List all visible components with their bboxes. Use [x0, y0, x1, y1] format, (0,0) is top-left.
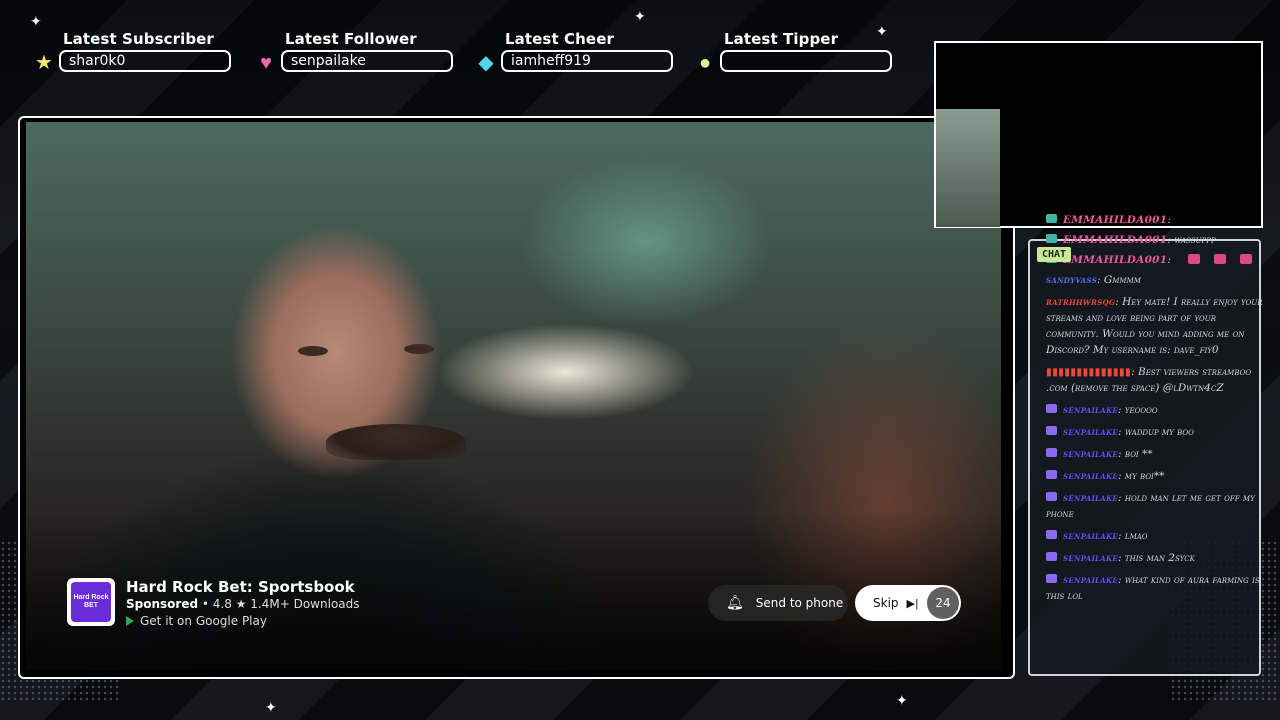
- ad-store-link[interactable]: Get it on Google Play: [126, 614, 267, 628]
- chat-text: boi **: [1124, 448, 1153, 460]
- chat-username: ratrhhwrsqg: [1046, 296, 1116, 308]
- chat-username: senpailake: [1063, 448, 1119, 460]
- chat-message: ▮▮▮▮▮▮▮▮▮▮▮▮▮▮: Best viewers streamboo .…: [1046, 366, 1252, 394]
- separator: •: [201, 597, 213, 611]
- chat-message: senpailake: waddup my boo: [1046, 424, 1280, 440]
- webcam-video: [936, 109, 1000, 227]
- sparkle-icon: ✦: [896, 692, 908, 708]
- stat-label: Latest Cheer: [505, 30, 614, 48]
- chat-message: senpailake: what kind of aura farming is…: [1046, 574, 1260, 602]
- webcam-frame: [934, 41, 1263, 228]
- badge-icon: [1046, 426, 1057, 435]
- badge-icon: [1046, 234, 1057, 243]
- skip-label: Skip: [873, 596, 899, 610]
- chat-text: wassuppp: [1174, 234, 1216, 246]
- chat-message: EMMAHILDA001: wassuppp: [1046, 232, 1280, 248]
- ad-rating: 4.8: [212, 597, 232, 611]
- video-player[interactable]: Hard Rock BET Hard Rock Bet: Sportsbook …: [18, 116, 1015, 679]
- chat-username: senpailake: [1063, 492, 1119, 504]
- stat-value: senpailake: [281, 50, 453, 72]
- eye: [298, 346, 328, 356]
- badge-icon: [1046, 448, 1057, 457]
- star-icon: ★: [235, 597, 251, 611]
- skip-ad-button[interactable]: Skip ▶| 24: [855, 585, 961, 621]
- chat-message: senpailake: hold man let me get off my p…: [1046, 492, 1255, 520]
- chat-username: EMMAHILDA001: [1063, 214, 1168, 226]
- stat-label: Latest Follower: [285, 30, 417, 48]
- chat-username: senpailake: [1063, 404, 1119, 416]
- ad-store-label: Get it on Google Play: [140, 614, 267, 628]
- badge-icon: [1046, 214, 1057, 223]
- stat-value: iamheff919: [501, 50, 673, 72]
- chat-text: Gmmmm: [1103, 274, 1141, 286]
- send-to-phone-label: Send to phone: [755, 596, 844, 610]
- chat-message: EMMAHILDA001:: [1046, 212, 1280, 228]
- ad-logo-text: Hard Rock BET: [71, 582, 111, 622]
- chat-username: EMMAHILDA001: [1063, 254, 1168, 266]
- diamond-icon: ◆: [478, 52, 494, 74]
- chat-text: yeoooo: [1124, 404, 1158, 416]
- chat-badge: CHAT: [1037, 247, 1072, 262]
- sparkle-icon: ✦: [30, 13, 42, 29]
- stat-value: shar0k0: [59, 50, 231, 72]
- google-play-icon: [126, 616, 134, 626]
- sparkle-icon: ✦: [265, 699, 277, 715]
- eye: [404, 344, 434, 354]
- sparkle-icon: ✦: [876, 23, 888, 39]
- chat-text: waddup my boo: [1124, 426, 1194, 438]
- chat-message: senpailake: my boi**: [1046, 468, 1280, 484]
- chat-message: senpailake: lmao: [1046, 528, 1280, 544]
- badge-icon: [1046, 574, 1057, 583]
- bell-icon: 🔔︎: [726, 595, 744, 611]
- chat-username: senpailake: [1063, 470, 1119, 482]
- badge-icon: [1046, 530, 1057, 539]
- chat-message: sandyvass: Gmmmm: [1046, 274, 1141, 286]
- chat-message: senpailake: this man 2syck: [1046, 550, 1280, 566]
- badge-icon: [1046, 404, 1057, 413]
- chat-message: ratrhhwrsqg: Hey mate! I really enjoy yo…: [1046, 296, 1263, 356]
- chat-username: senpailake: [1063, 426, 1119, 438]
- heart-icon: ♥: [260, 52, 272, 74]
- chat-text: lmao: [1124, 530, 1148, 542]
- ad-meta: Sponsored • 4.8 ★ 1.4M+ Downloads: [126, 597, 360, 611]
- sparkle-icon: ✦: [634, 8, 646, 24]
- chat-username: senpailake: [1063, 574, 1119, 586]
- skip-countdown: 24: [927, 587, 959, 619]
- ad-downloads: 1.4M+ Downloads: [250, 597, 360, 611]
- chat-message: EMMAHILDA001:: [1046, 252, 1280, 268]
- stat-label: Latest Tipper: [724, 30, 839, 48]
- chat-text: this man 2syck: [1124, 552, 1195, 564]
- chat-message: senpailake: yeoooo: [1046, 402, 1280, 418]
- chat-text: my boi**: [1124, 470, 1165, 482]
- badge-icon: [1046, 552, 1057, 561]
- coin-icon: ●: [698, 52, 712, 74]
- emote-icon: [1240, 254, 1253, 264]
- chat-username: EMMAHILDA001: [1063, 234, 1168, 246]
- chat-messages: EMMAHILDA001: EMMAHILDA001: wassuppp EMM…: [1046, 212, 1280, 610]
- badge-icon: [1046, 492, 1057, 501]
- star-icon: ★: [35, 52, 53, 74]
- ad-title[interactable]: Hard Rock Bet: Sportsbook: [126, 578, 355, 596]
- stat-label: Latest Subscriber: [63, 30, 214, 48]
- chat-message: senpailake: boi **: [1046, 446, 1280, 462]
- emote-icon: [1188, 254, 1201, 264]
- emote-icon: [1214, 254, 1227, 264]
- chat-username: senpailake: [1063, 530, 1119, 542]
- chat-username: sandyvass: [1046, 274, 1097, 286]
- chat-username-redacted: ▮▮▮▮▮▮▮▮▮▮▮▮▮▮: [1046, 366, 1132, 378]
- skip-next-icon: ▶|: [906, 596, 919, 610]
- ad-app-logo[interactable]: Hard Rock BET: [67, 578, 115, 626]
- badge-icon: [1046, 470, 1057, 479]
- mustache: [326, 424, 466, 460]
- send-to-phone-button[interactable]: 🔔︎ Send to phone: [708, 585, 848, 621]
- stat-value: [720, 50, 892, 72]
- ad-sponsored-label: Sponsored: [126, 597, 199, 611]
- chat-username: senpailake: [1063, 552, 1119, 564]
